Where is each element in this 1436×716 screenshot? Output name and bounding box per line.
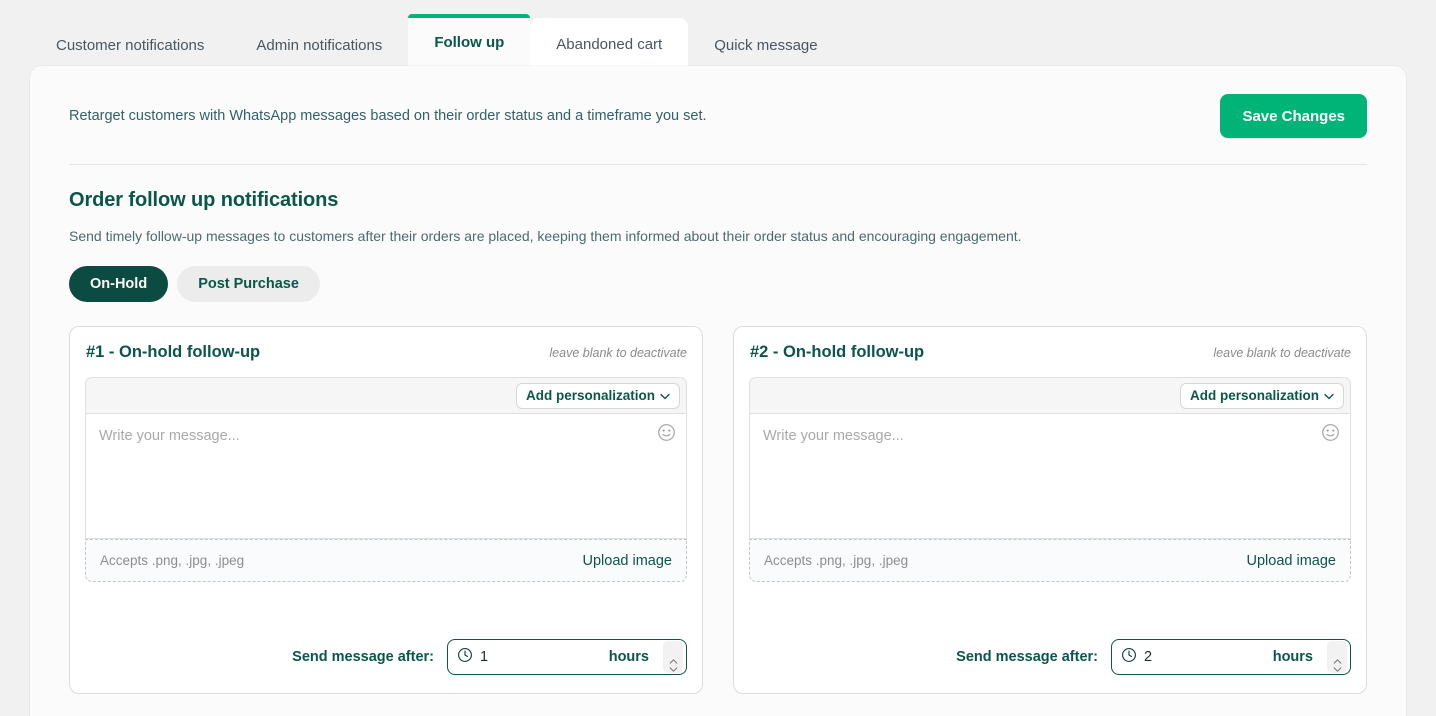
- upload-image-link[interactable]: Upload image: [583, 553, 672, 569]
- send-delay-label: Send message after:: [956, 649, 1098, 665]
- personalization-toolbar: Add personalization: [85, 377, 687, 414]
- upload-accepted-formats: Accepts .png, .jpg, .jpeg: [764, 553, 909, 568]
- page-subtitle: Send timely follow-up messages to custom…: [69, 228, 1022, 244]
- pill-on-hold[interactable]: On-Hold: [69, 266, 169, 302]
- add-personalization-label: Add personalization: [525, 388, 655, 403]
- image-upload-dropzone[interactable]: Accepts .png, .jpg, .jpeg Upload image: [85, 539, 687, 582]
- tab-abandoned-cart[interactable]: Abandoned cart: [530, 18, 689, 70]
- card-header: #1 - On-hold follow-up leave blank to de…: [85, 343, 687, 362]
- message-textarea[interactable]: Write your message...: [85, 414, 687, 539]
- send-delay-label: Send message after:: [292, 649, 434, 665]
- send-delay-row: Send message after: 2 hours: [956, 639, 1351, 675]
- emoji-picker-icon[interactable]: [657, 423, 676, 442]
- panel-header: Retarget customers with WhatsApp message…: [30, 66, 1406, 138]
- tab-label: Admin notifications: [256, 37, 383, 54]
- send-delay-unit: hours: [1272, 649, 1313, 665]
- stepper-down-icon[interactable]: [1333, 659, 1342, 672]
- upload-accepted-formats: Accepts .png, .jpg, .jpeg: [100, 553, 245, 568]
- personalization-toolbar: Add personalization: [749, 377, 1351, 414]
- page-title: Order follow up notifications: [69, 189, 339, 211]
- card-hint: leave blank to deactivate: [1213, 346, 1351, 360]
- send-delay-value[interactable]: 1: [480, 649, 602, 665]
- chevron-down-icon: [660, 388, 670, 403]
- send-delay-input[interactable]: 1 hours: [447, 639, 687, 675]
- tab-admin-notifications[interactable]: Admin notifications: [230, 21, 408, 70]
- follow-up-card-1: #1 - On-hold follow-up leave blank to de…: [69, 326, 703, 694]
- send-delay-unit: hours: [608, 649, 649, 665]
- main-panel: Retarget customers with WhatsApp message…: [30, 66, 1406, 716]
- follow-up-type-toggle: On-Hold Post Purchase: [69, 266, 1367, 302]
- send-delay-stepper[interactable]: [663, 641, 683, 673]
- tab-follow-up[interactable]: Follow up: [408, 14, 531, 70]
- tab-label: Customer notifications: [56, 37, 205, 54]
- clock-icon: [1121, 647, 1137, 668]
- tab-label: Quick message: [714, 37, 818, 54]
- message-textarea[interactable]: Write your message...: [749, 414, 1351, 539]
- send-delay-input[interactable]: 2 hours: [1111, 639, 1351, 675]
- page-root: Customer notifications Admin notificatio…: [0, 0, 1436, 716]
- card-title: #2 - On-hold follow-up: [750, 343, 925, 361]
- follow-up-card-2: #2 - On-hold follow-up leave blank to de…: [733, 326, 1367, 694]
- card-title: #1 - On-hold follow-up: [86, 343, 261, 361]
- stepper-up-icon[interactable]: [1333, 651, 1342, 664]
- stepper-up-icon[interactable]: [669, 651, 678, 664]
- image-upload-dropzone[interactable]: Accepts .png, .jpg, .jpeg Upload image: [749, 539, 1351, 582]
- send-delay-row: Send message after: 1 hours: [292, 639, 687, 675]
- tab-label: Abandoned cart: [556, 35, 663, 53]
- add-personalization-button[interactable]: Add personalization: [1179, 382, 1344, 409]
- follow-up-cards: #1 - On-hold follow-up leave blank to de…: [69, 326, 1367, 694]
- header-divider: [69, 164, 1367, 165]
- clock-icon: [457, 647, 473, 668]
- chevron-down-icon: [1324, 388, 1334, 403]
- upload-image-link[interactable]: Upload image: [1247, 553, 1336, 569]
- tab-customer-notifications[interactable]: Customer notifications: [30, 21, 230, 70]
- add-personalization-label: Add personalization: [1189, 388, 1319, 403]
- message-placeholder: Write your message...: [763, 428, 904, 444]
- tab-quick-message[interactable]: Quick message: [688, 21, 843, 70]
- pill-post-purchase[interactable]: Post Purchase: [177, 266, 320, 302]
- message-placeholder: Write your message...: [99, 428, 240, 444]
- stepper-down-icon[interactable]: [669, 659, 678, 672]
- send-delay-stepper[interactable]: [1327, 641, 1347, 673]
- tab-bar: Customer notifications Admin notificatio…: [0, 0, 1436, 70]
- save-changes-button[interactable]: Save Changes: [1220, 94, 1367, 138]
- add-personalization-button[interactable]: Add personalization: [515, 382, 680, 409]
- card-hint: leave blank to deactivate: [549, 346, 687, 360]
- tab-label: Follow up: [434, 33, 505, 51]
- send-delay-value[interactable]: 2: [1144, 649, 1266, 665]
- emoji-picker-icon[interactable]: [1321, 423, 1340, 442]
- card-header: #2 - On-hold follow-up leave blank to de…: [749, 343, 1351, 362]
- panel-description: Retarget customers with WhatsApp message…: [69, 107, 707, 124]
